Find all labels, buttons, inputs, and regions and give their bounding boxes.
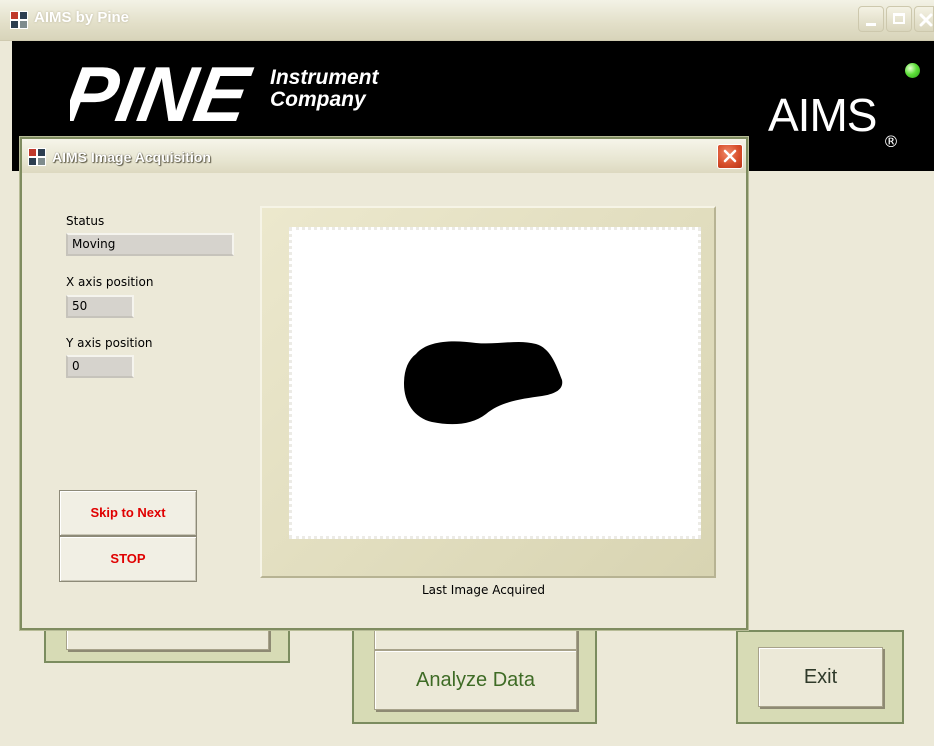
exit-button[interactable]: Exit	[758, 647, 883, 707]
product-name: AIMS	[768, 89, 877, 141]
main-window: AIMS by Pine PINE Instrument Company AIM…	[0, 0, 934, 746]
analyze-data-button[interactable]: Analyze Data	[374, 650, 577, 710]
main-title-bar[interactable]: AIMS by Pine	[0, 0, 934, 41]
y-axis-position-field: 0	[66, 355, 134, 378]
maximize-icon	[893, 13, 905, 24]
minimize-icon	[866, 23, 876, 26]
pine-logo-text: PINE	[70, 59, 258, 131]
skip-to-next-button[interactable]: Skip to Next	[59, 490, 197, 536]
middle-button-panel: Analyze Data	[352, 620, 597, 724]
status-led-icon	[905, 63, 920, 78]
image-acquisition-dialog: AIMS Image Acquisition Status Moving X a…	[20, 137, 748, 630]
x-axis-position-label: X axis position	[66, 275, 154, 289]
x-axis-position-field: 50	[66, 295, 134, 318]
minimize-button[interactable]	[858, 6, 884, 32]
image-caption: Last Image Acquired	[422, 583, 546, 597]
close-icon	[723, 149, 737, 163]
company-name: Instrument Company	[270, 67, 379, 111]
particle-silhouette	[404, 341, 563, 425]
main-close-button[interactable]	[914, 6, 934, 32]
status-label: Status	[66, 214, 105, 228]
dialog-title: AIMS Image Acquisition	[52, 149, 211, 165]
status-field: Moving	[66, 233, 234, 256]
main-window-title: AIMS by Pine	[34, 9, 130, 26]
company-name-line1: Instrument	[270, 66, 379, 89]
y-axis-position-label: Y axis position	[66, 336, 153, 350]
app-icon	[10, 11, 28, 29]
close-icon	[919, 13, 933, 27]
dialog-title-bar[interactable]: AIMS Image Acquisition	[22, 139, 746, 173]
image-display-frame	[260, 206, 716, 578]
right-button-panel: Exit	[736, 630, 904, 724]
company-name-line2: Company	[270, 88, 366, 111]
stop-button[interactable]: STOP	[59, 536, 197, 582]
maximize-button[interactable]	[886, 6, 912, 32]
pine-logo: PINE	[70, 59, 258, 131]
dialog-app-icon	[28, 148, 46, 166]
registered-mark: ®	[883, 132, 899, 151]
acquired-image	[289, 227, 701, 539]
dialog-close-button[interactable]	[717, 144, 743, 169]
